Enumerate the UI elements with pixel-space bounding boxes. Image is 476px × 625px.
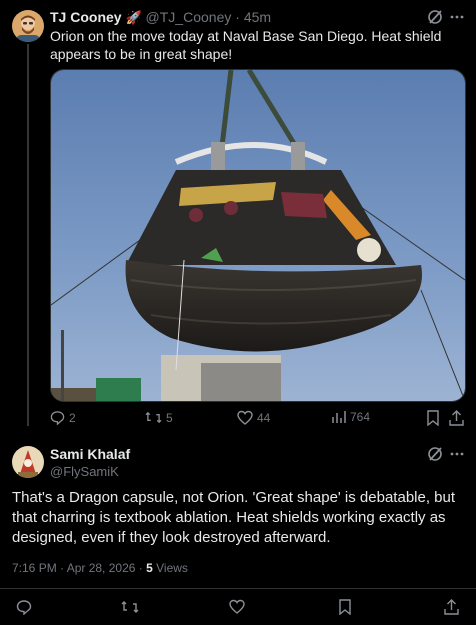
reply-author-name[interactable]: Sami Khalaf	[50, 446, 130, 462]
reply-icon	[50, 410, 65, 425]
repost-icon[interactable]	[121, 599, 139, 620]
reply-meta: 7:16 PM · Apr 28, 2026 · 5 Views	[12, 561, 188, 575]
views-icon	[332, 410, 346, 424]
reply-text: That's a Dragon capsule, not Orion. 'Gre…	[12, 489, 456, 546]
like-icon[interactable]	[229, 599, 245, 619]
reply-author-handle[interactable]: @FlySamiK	[50, 464, 119, 479]
avatar-tj-cooney[interactable]	[12, 10, 44, 42]
repost-icon	[145, 410, 162, 425]
tweet-photo[interactable]	[50, 69, 466, 402]
tweet-header: TJ Cooney 🚀 @TJ_Cooney · 45m	[50, 9, 271, 26]
views-count: 764	[350, 410, 371, 424]
share-icon[interactable]	[444, 599, 459, 620]
reply-icon[interactable]	[16, 599, 32, 620]
rocket-emoji: 🚀	[125, 10, 142, 25]
like-count: 44	[257, 410, 271, 425]
like-button[interactable]: 44	[237, 410, 270, 425]
header-separator: ·	[235, 9, 240, 25]
views-button[interactable]: 764	[332, 410, 370, 424]
more-icon[interactable]	[449, 446, 465, 467]
reply-count: 2	[69, 410, 76, 425]
thread-connector-line	[27, 44, 29, 426]
reply-views-count: 5	[146, 561, 153, 575]
bookmark-icon[interactable]	[426, 410, 440, 431]
share-icon[interactable]	[449, 410, 464, 431]
reply-views-label: Views	[156, 561, 188, 575]
reply-timestamp[interactable]: 7:16 PM · Apr 28, 2026 ·	[12, 561, 143, 575]
reply-button[interactable]: 2	[50, 410, 76, 425]
like-icon	[237, 410, 253, 425]
author-name[interactable]: TJ Cooney	[50, 9, 122, 25]
repost-count: 5	[166, 410, 173, 425]
author-handle[interactable]: @TJ_Cooney	[146, 9, 232, 25]
tweet-text: Orion on the move today at Naval Base Sa…	[50, 28, 442, 62]
bookmark-icon[interactable]	[338, 599, 352, 620]
repost-button[interactable]: 5	[145, 410, 173, 425]
capsule-photo-illustration	[51, 70, 465, 401]
grok-icon[interactable]	[427, 446, 443, 467]
avatar-sami-khalaf[interactable]	[12, 446, 44, 478]
tweet-timestamp[interactable]: 45m	[244, 9, 271, 25]
divider	[0, 588, 476, 589]
